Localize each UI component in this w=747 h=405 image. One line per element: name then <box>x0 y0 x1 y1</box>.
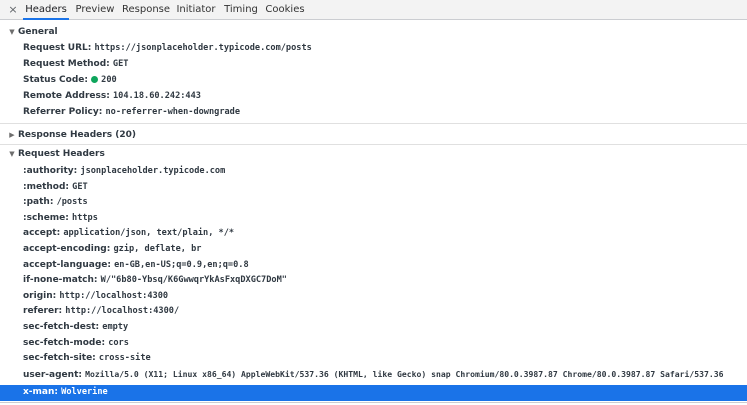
request-header-row[interactable]: sec-fetch-site: cross-site <box>0 351 747 367</box>
header-value: 200 <box>101 75 117 85</box>
header-value: Wolverine <box>61 387 108 397</box>
header-value: cross-site <box>98 353 151 364</box>
tab-initiator[interactable]: Initiator <box>175 0 217 20</box>
header-value: cors <box>108 337 129 348</box>
request-header-row[interactable]: sec-fetch-dest: empty <box>0 320 747 336</box>
header-value: jsonplaceholder.typicode.com <box>80 166 226 176</box>
triangle-right-icon: ▶ <box>9 131 15 139</box>
header-key: :authority: <box>23 166 78 176</box>
tab-preview[interactable]: Preview <box>75 0 115 20</box>
request-header-row[interactable]: if-none-match: W/"6b80-Ybsq/K6GwwqrYkAsF… <box>0 273 747 289</box>
header-value: https <box>72 212 98 223</box>
request-header-row-selected[interactable]: x-man: Wolverine <box>0 385 747 401</box>
tab-timing[interactable]: Timing <box>223 0 259 20</box>
header-key: Request URL: <box>23 43 92 53</box>
request-header-row[interactable]: sec-fetch-mode: cors <box>0 336 747 352</box>
header-value: no-referrer-when-downgrade <box>105 107 241 117</box>
header-value: gzip, deflate, br <box>113 244 202 254</box>
general-row-request-method[interactable]: Request Method: GET <box>0 57 747 73</box>
header-key: sec-fetch-mode: <box>23 337 106 348</box>
header-value: GET <box>112 59 129 69</box>
header-key: accept-language: <box>23 259 111 270</box>
header-key: :path: <box>23 197 54 208</box>
triangle-down-icon: ▼ <box>9 150 15 158</box>
header-value: http://localhost:4300 <box>59 290 169 301</box>
header-value: application/json, text/plain, */* <box>63 228 235 239</box>
section-request-headers-title: Request Headers <box>18 149 105 159</box>
request-header-row[interactable]: :path: /posts <box>0 195 747 211</box>
section-divider <box>0 123 747 124</box>
tab-response[interactable]: Response <box>122 0 170 20</box>
request-header-row[interactable]: accept-encoding: gzip, deflate, br <box>0 242 747 258</box>
tab-headers[interactable]: Headers <box>23 0 69 20</box>
header-key: x-man: <box>23 387 58 397</box>
header-value: http://localhost:4300/ <box>65 306 180 317</box>
triangle-down-icon: ▼ <box>9 28 15 36</box>
general-row-request-url[interactable]: Request URL: https://jsonplaceholder.typ… <box>0 41 747 57</box>
section-response-headers-title: Response Headers (20) <box>18 130 136 140</box>
header-key: :method: <box>23 181 70 192</box>
header-key: Request Method: <box>23 59 110 69</box>
header-value: GET <box>72 181 88 192</box>
request-header-row[interactable]: :scheme: https <box>0 211 747 227</box>
header-value: Mozilla/5.0 (X11; Linux x86_64) AppleWeb… <box>85 368 724 379</box>
header-value: W/"6b80-Ybsq/K6GwwqrYkAsFxqDXGC7DoM" <box>100 275 287 286</box>
header-value: en-GB,en-US;q=0.9,en;q=0.8 <box>114 259 249 270</box>
tab-cookies[interactable]: Cookies <box>265 0 305 20</box>
request-header-row[interactable]: :method: GET <box>0 180 747 196</box>
general-row-status-code[interactable]: Status Code: 200 <box>0 73 747 89</box>
header-value: empty <box>102 322 129 332</box>
header-key: :scheme: <box>23 212 69 223</box>
header-key: referer: <box>23 306 63 317</box>
close-icon[interactable]: × <box>6 3 20 17</box>
header-key: user-agent: <box>23 369 82 380</box>
header-value: 104.18.60.242:443 <box>112 91 201 101</box>
header-key: accept: <box>23 228 61 239</box>
general-row-referrer-policy[interactable]: Referrer Policy: no-referrer-when-downgr… <box>0 105 747 121</box>
header-value: /posts <box>56 197 88 208</box>
devtools-tab-bar: × Headers Preview Response Initiator Tim… <box>0 0 747 20</box>
panel-bottom-border <box>0 402 747 403</box>
section-request-headers[interactable]: ▼ Request Headers <box>0 146 105 162</box>
section-response-headers[interactable]: ▶ Response Headers (20) <box>0 127 136 143</box>
header-key: accept-encoding: <box>23 244 111 254</box>
request-header-row[interactable]: origin: http://localhost:4300 <box>0 289 747 305</box>
header-key: sec-fetch-dest: <box>23 322 100 332</box>
header-key: Status Code: <box>23 75 88 85</box>
header-value: https://jsonplaceholder.typicode.com/pos… <box>94 43 312 53</box>
request-header-row[interactable]: user-agent: Mozilla/5.0 (X11; Linux x86_… <box>0 367 747 383</box>
header-key: if-none-match: <box>23 275 98 286</box>
header-key: origin: <box>23 290 57 301</box>
header-key: Remote Address: <box>23 91 110 101</box>
request-header-row[interactable]: :authority: jsonplaceholder.typicode.com <box>0 164 747 180</box>
section-general[interactable]: ▼ General <box>0 24 58 40</box>
section-general-title: General <box>18 27 58 37</box>
section-divider <box>0 144 747 145</box>
request-header-row[interactable]: accept-language: en-GB,en-US;q=0.9,en;q=… <box>0 258 747 274</box>
request-header-row[interactable]: accept: application/json, text/plain, */… <box>0 226 747 242</box>
header-key: Referrer Policy: <box>23 107 103 117</box>
status-ok-icon <box>91 76 99 83</box>
general-row-remote-address[interactable]: Remote Address: 104.18.60.242:443 <box>0 89 747 105</box>
request-header-row[interactable]: referer: http://localhost:4300/ <box>0 304 747 320</box>
header-key: sec-fetch-site: <box>23 353 96 364</box>
